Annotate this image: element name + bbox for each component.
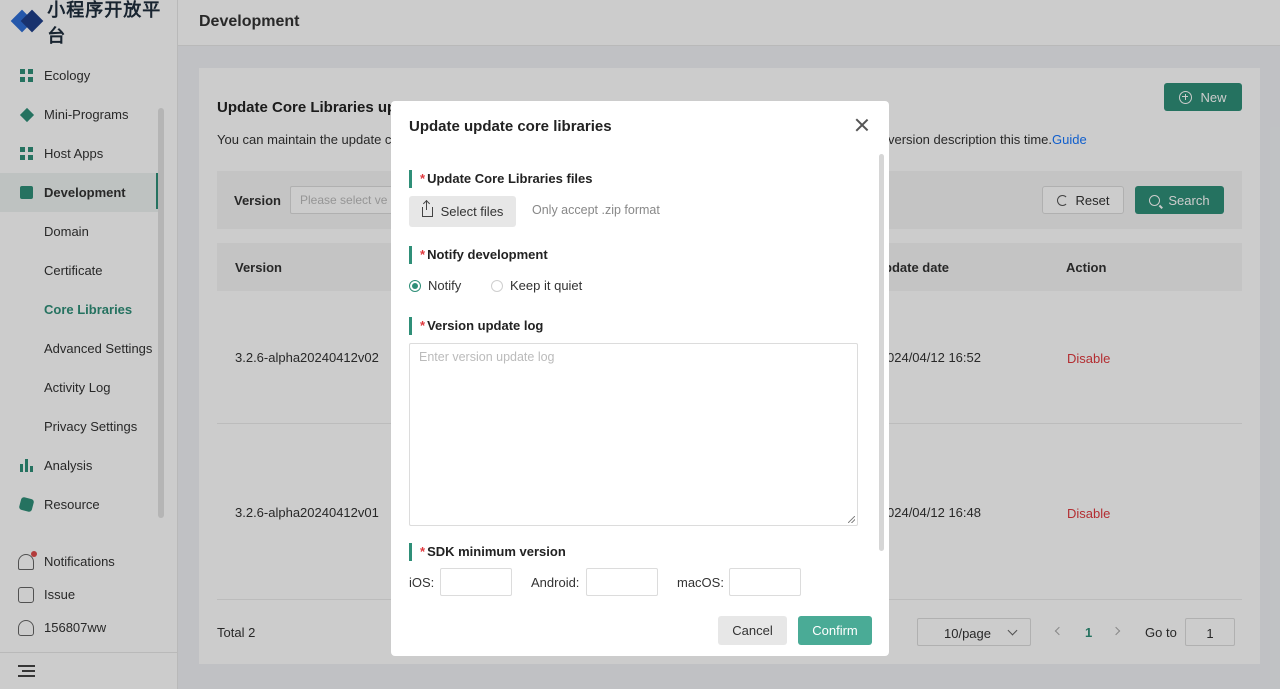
dialog-title: Update update core libraries (409, 118, 612, 135)
resize-handle-icon[interactable] (848, 516, 855, 523)
textarea-placeholder: Enter version update log (419, 350, 555, 364)
files-section-title: * Update Core Libraries files (409, 170, 593, 188)
select-files-button[interactable]: Select files (409, 196, 516, 227)
android-version-input[interactable] (586, 568, 658, 596)
dialog-header: Update update core libraries (391, 101, 889, 151)
macos-version-input[interactable] (729, 568, 801, 596)
close-icon[interactable] (855, 118, 869, 132)
files-section-label: Update Core Libraries files (427, 171, 593, 186)
upload-icon (421, 200, 433, 217)
ios-label: iOS: (409, 575, 435, 590)
update-core-libraries-dialog: Update update core libraries * Update Cor… (391, 101, 889, 656)
radio-checked-icon (409, 279, 421, 292)
notify-radio[interactable]: Notify (409, 278, 461, 293)
notify-radio-label: Notify (428, 278, 462, 293)
keep-quiet-radio-label: Keep it quiet (510, 278, 583, 293)
required-mark: * (420, 247, 426, 262)
select-files-label: Select files (440, 204, 504, 219)
required-mark: * (420, 544, 426, 559)
radio-unchecked-icon (491, 279, 503, 292)
dialog-body: * Update Core Libraries files Select file… (391, 151, 889, 606)
dialog-scrollbar[interactable] (879, 154, 884, 551)
required-mark: * (420, 171, 426, 186)
required-mark: * (420, 318, 426, 333)
file-format-hint: Only accept .zip format (532, 203, 660, 217)
ios-version-input[interactable] (440, 568, 512, 596)
android-label: Android: (531, 575, 580, 590)
sdk-section-label: SDK minimum version (427, 544, 566, 559)
keep-quiet-radio[interactable]: Keep it quiet (491, 278, 582, 293)
sdk-section-title: * SDK minimum version (409, 543, 566, 561)
log-section-label: Version update log (427, 318, 544, 333)
confirm-button[interactable]: Confirm (798, 616, 872, 645)
log-section-title: * Version update log (409, 317, 543, 335)
version-log-textarea[interactable]: Enter version update log (409, 343, 858, 526)
macos-label: macOS: (677, 575, 724, 590)
dialog-footer: Cancel Confirm (391, 606, 889, 656)
notify-section-label: Notify development (427, 247, 548, 262)
cancel-button[interactable]: Cancel (718, 616, 787, 645)
notify-section-title: * Notify development (409, 246, 548, 264)
